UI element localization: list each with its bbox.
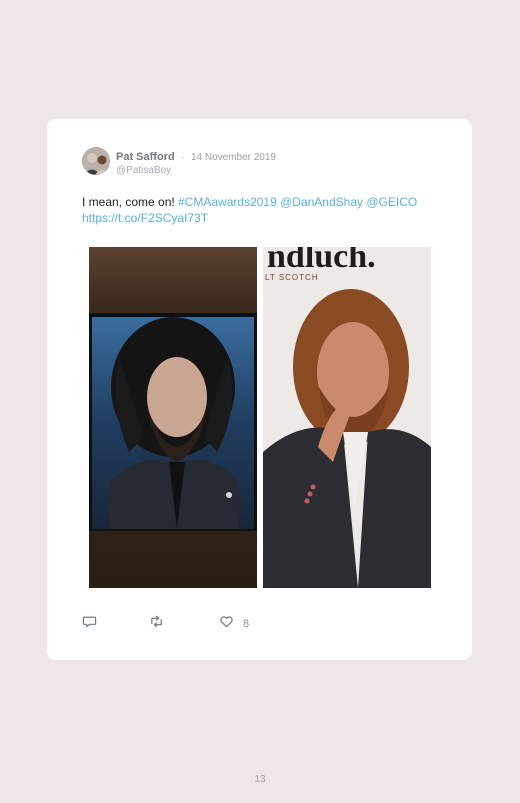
media-image-caveman[interactable]: ndluch. LT SCOTCH xyxy=(263,247,431,588)
hashtag-link[interactable]: #CMAawards2019 xyxy=(178,195,277,209)
media-image-singer[interactable] xyxy=(89,247,257,588)
mention-link[interactable]: @DanAndShay xyxy=(280,195,363,209)
like-count: 8 xyxy=(243,618,250,630)
backdrop-sign-text: ndluch. xyxy=(267,247,376,275)
author-name[interactable]: Pat Safford xyxy=(116,151,175,163)
tweet-card: Pat Safford · 14 November 2019 @PatisaBo… xyxy=(47,119,472,660)
like-button[interactable]: 8 xyxy=(219,614,249,634)
heart-icon xyxy=(219,614,234,634)
reply-icon xyxy=(82,614,97,634)
page-number: 13 xyxy=(254,774,266,785)
retweet-button[interactable] xyxy=(149,614,164,634)
retweet-icon xyxy=(149,614,164,634)
url-link[interactable]: https://t.co/F2SCyaI73T xyxy=(82,211,208,225)
mention-link[interactable]: @GEICO xyxy=(366,195,417,209)
tweet-text-plain: I mean, come on! xyxy=(82,195,179,209)
backdrop-subsign-text: LT SCOTCH xyxy=(265,273,319,282)
reply-button[interactable] xyxy=(82,614,97,634)
meta-separator: · xyxy=(181,152,185,163)
tweet-date[interactable]: 14 November 2019 xyxy=(191,152,276,163)
tweet-text: I mean, come on! #CMAawards2019 @DanAndS… xyxy=(82,194,432,226)
tweet-meta: Pat Safford · 14 November 2019 @PatisaBo… xyxy=(116,149,276,177)
author-handle[interactable]: @PatisaBoy xyxy=(116,164,276,177)
tweet-media: ndluch. LT SCOTCH xyxy=(89,247,431,588)
avatar[interactable] xyxy=(82,147,110,175)
